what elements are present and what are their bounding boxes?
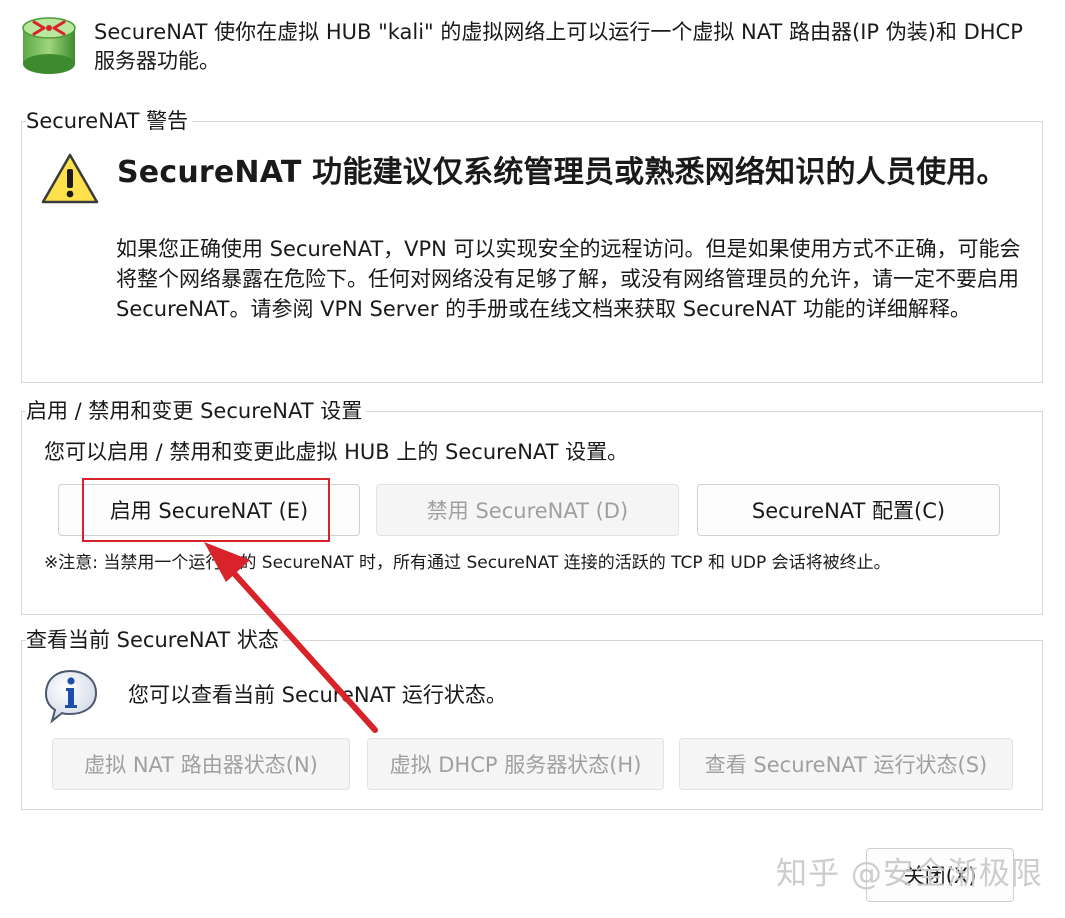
warning-body: 如果您正确使用 SecureNAT，VPN 可以实现安全的远程访问。但是如果使用… [116, 237, 1021, 321]
header-description: SecureNAT 使你在虚拟 HUB "kali" 的虚拟网络上可以运行一个虚… [94, 20, 1023, 73]
enable-group-title: 启用 / 禁用和变更 SecureNAT 设置 [26, 398, 367, 424]
network-nat-icon [20, 14, 78, 76]
annotation-highlight-box [82, 478, 330, 542]
dhcp-server-status-button[interactable]: 虚拟 DHCP 服务器状态(H) [367, 738, 664, 790]
disable-securenat-button[interactable]: 禁用 SecureNAT (D) [376, 484, 679, 536]
securenat-run-status-button[interactable]: 查看 SecureNAT 运行状态(S) [679, 738, 1013, 790]
status-group-description: 您可以查看当前 SecureNAT 运行状态。 [128, 683, 507, 707]
status-group-title: 查看当前 SecureNAT 状态 [26, 627, 283, 653]
securenat-config-button[interactable]: SecureNAT 配置(C) [697, 484, 1000, 536]
warning-heading: SecureNAT 功能建议仅系统管理员或熟悉网络知识的人员使用。 [117, 155, 1007, 190]
nat-router-status-button[interactable]: 虚拟 NAT 路由器状态(N) [52, 738, 350, 790]
warning-group-title: SecureNAT 警告 [26, 108, 193, 134]
enable-group-note: ※注意: 当禁用一个运行中的 SecureNAT 时，所有通过 SecureNA… [44, 553, 891, 573]
warning-icon [40, 152, 100, 206]
watermark: 知乎 @安全渐极限 [776, 856, 1043, 892]
enable-group-description: 您可以启用 / 禁用和变更此虚拟 HUB 上的 SecureNAT 设置。 [44, 440, 629, 464]
info-icon [40, 668, 100, 724]
